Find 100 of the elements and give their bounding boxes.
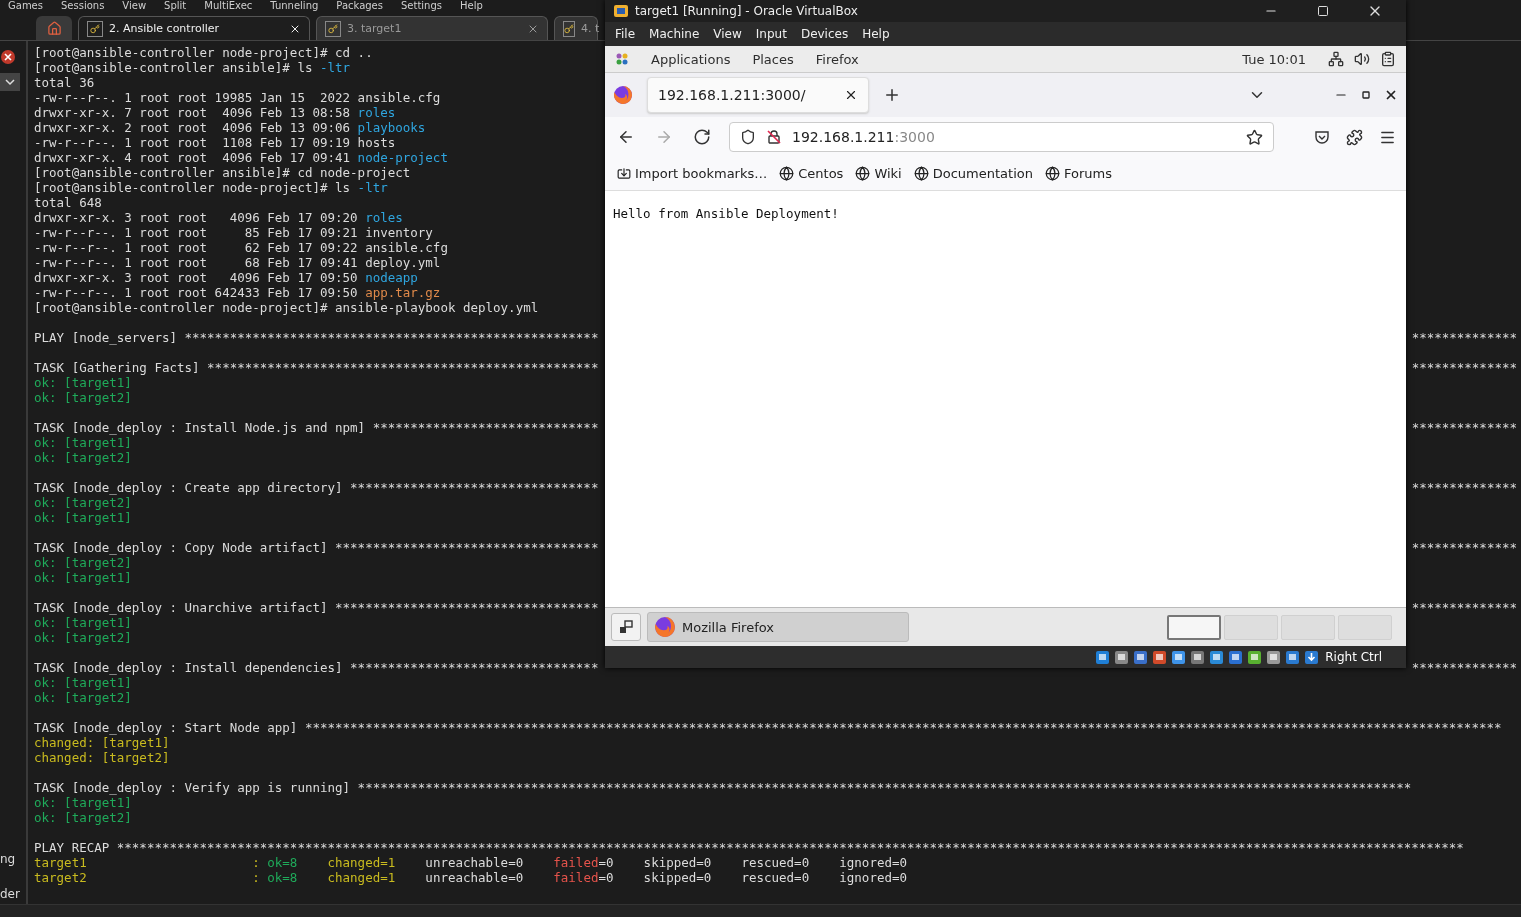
menu-item[interactable]: View <box>713 27 742 41</box>
terminal-line: [root@ansible-controller node-project]# ls -ltr <box>34 180 388 195</box>
terminal-line: total 36 <box>34 75 95 90</box>
panel-menu[interactable]: Firefox <box>815 51 859 67</box>
terminal-line: -rw-r--r--. 1 root root 19985 Jan 15 2022 ansible.cfg <box>34 90 441 105</box>
terminal-line: [root@ansible-controller node-project]# ansible-playbook deploy.yml <box>34 300 539 315</box>
dropdown-icon[interactable] <box>0 73 20 91</box>
insecure-lock-icon[interactable] <box>766 129 782 145</box>
terminal-line: [root@ansible-controller node-project]# cd .. <box>34 45 373 60</box>
terminal-line: TASK [node_deploy : Install Node.js and npm] ****************************** <box>34 420 599 435</box>
pocket-icon[interactable] <box>1314 129 1330 145</box>
terminal-line: [root@ansible-controller ansible]# ls -ltr <box>34 60 351 75</box>
terminal-line: ************** <box>1411 480 1518 495</box>
terminal-line: ************** <box>1411 420 1518 435</box>
globe-icon <box>913 166 929 181</box>
device-icon[interactable] <box>1285 649 1301 665</box>
firefox-logo-icon <box>654 616 676 638</box>
home-tab[interactable] <box>36 16 72 40</box>
host-key-icon[interactable] <box>1304 649 1320 665</box>
terminal-line: ok: [target2] <box>34 555 132 570</box>
menu-item[interactable]: View <box>122 0 147 12</box>
terminal-line: ok: [target2] <box>34 390 132 405</box>
close-icon[interactable] <box>1384 88 1398 102</box>
bookmark-link[interactable]: Import bookmarks… <box>617 166 768 181</box>
network-icon[interactable] <box>1328 51 1344 67</box>
session-tab[interactable]: 3. target1 <box>316 16 548 40</box>
virtualbox-logo-icon <box>613 3 629 19</box>
bookmark-link[interactable]: Centos <box>779 166 844 181</box>
menu-item[interactable]: File <box>615 27 636 41</box>
menu-item[interactable]: Split <box>164 0 187 12</box>
bookmark-link[interactable]: Wiki <box>855 166 902 181</box>
device-icon[interactable] <box>1095 649 1111 665</box>
device-icon[interactable] <box>1266 649 1282 665</box>
sidebar-label[interactable]: der <box>0 887 20 904</box>
maximize-icon[interactable] <box>1362 91 1370 99</box>
terminal-line: PLAY [node_servers] ******************************************************* <box>34 330 599 345</box>
terminal-line: ok: [target1] <box>34 510 132 525</box>
terminal-line: ************** <box>1411 360 1518 375</box>
device-icon[interactable] <box>1171 649 1187 665</box>
clipboard-icon[interactable] <box>1380 51 1396 67</box>
device-icon[interactable] <box>1133 649 1149 665</box>
workspace-button[interactable] <box>1167 614 1221 640</box>
new-tab-icon[interactable] <box>883 86 901 104</box>
terminal-line: PLAY RECAP *********************************************************************************************************************************************************************************** <box>34 840 1464 855</box>
page-text: Hello from Ansible Deployment! <box>613 206 839 221</box>
menu-item[interactable]: Packages <box>336 0 383 12</box>
terminal-line: drwxr-xr-x. 7 root root 4096 Feb 13 08:58 roles <box>34 105 396 120</box>
panel-menu[interactable]: Applications <box>651 51 731 67</box>
terminal-line: -rw-r--r--. 1 root root 1108 Feb 17 09:19 hosts <box>34 135 396 150</box>
windows-icon <box>619 620 633 634</box>
terminal-line: TASK [Gathering Facts] **************************************************** <box>34 360 599 375</box>
terminal-line: ok: [target1] <box>34 675 132 690</box>
device-icon[interactable] <box>1247 649 1263 665</box>
menu-item[interactable]: Tunneling <box>270 0 319 12</box>
bookmark-link[interactable]: Forums <box>1044 166 1112 181</box>
sidebar-label[interactable]: ng <box>0 852 16 879</box>
terminal-line: ok: [target2] <box>34 690 132 705</box>
menu-item[interactable]: Settings <box>401 0 442 12</box>
device-icon[interactable] <box>1228 649 1244 665</box>
menu-item[interactable]: Sessions <box>61 0 105 12</box>
bookmark-link[interactable]: Documentation <box>913 166 1033 181</box>
terminal-line: -rw-r--r--. 1 root root 642433 Feb 17 09:50 app.tar.gz <box>34 285 441 300</box>
terminal-line: ************** <box>1411 660 1518 675</box>
device-icon[interactable] <box>1152 649 1168 665</box>
extensions-icon[interactable] <box>1346 128 1363 146</box>
firefox-logo-icon <box>613 85 633 105</box>
session-tab[interactable]: 4. t <box>554 16 598 40</box>
volume-icon[interactable] <box>1354 51 1370 67</box>
device-icon[interactable] <box>1190 649 1206 665</box>
terminal-line: TASK [node_deploy : Create app directory] ********************************* <box>34 480 599 495</box>
home-icon <box>46 20 62 36</box>
terminal-line: ok: [target1] <box>34 570 132 585</box>
close-icon[interactable] <box>844 88 858 102</box>
globe-icon <box>855 166 871 181</box>
device-icon[interactable] <box>1114 649 1130 665</box>
menu-item[interactable]: MultiExec <box>204 0 253 12</box>
menu-item[interactable]: Help <box>460 0 483 12</box>
menu-item[interactable]: Devices <box>800 27 849 41</box>
menu-item[interactable]: Games <box>8 0 43 12</box>
key-icon <box>563 20 575 37</box>
device-icon[interactable] <box>1209 649 1225 665</box>
close-session-icon[interactable] <box>0 49 16 65</box>
menu-item[interactable]: Machine <box>649 27 700 41</box>
session-tab[interactable]: 2. Ansible controller <box>78 16 310 40</box>
shield-icon[interactable] <box>740 129 756 145</box>
browser-tab[interactable]: 192.168.1.211:3000/ <box>647 77 869 113</box>
address-bar[interactable]: 192.168.1.211:3000 <box>729 122 1274 152</box>
menu-item[interactable]: Input <box>755 27 787 41</box>
terminal-line: TASK [node_deploy : Verify app is running] ******************************************************************************************************************************************** <box>34 780 1412 795</box>
terminal-line: ok: [target2] <box>34 810 132 825</box>
show-desktop-button[interactable] <box>611 613 641 641</box>
terminal-line: ok: [target2] <box>34 450 132 465</box>
bookmark-star-icon[interactable] <box>1246 128 1263 146</box>
terminal-line: ************** <box>1411 600 1518 615</box>
terminal-line: target1 : ok=8 changed=1 unreachable=0 failed=0 skipped=0 rescued=0 ignored=0 <box>34 855 907 870</box>
clock[interactable]: Tue 10:01 <box>1242 51 1306 67</box>
panel-menu[interactable]: Places <box>752 51 794 67</box>
terminal-line: drwxr-xr-x. 3 root root 4096 Feb 17 09:50 nodeapp <box>34 270 418 285</box>
menu-item[interactable]: Help <box>862 27 890 41</box>
taskbar-window-button[interactable]: Mozilla Firefox <box>647 612 909 642</box>
